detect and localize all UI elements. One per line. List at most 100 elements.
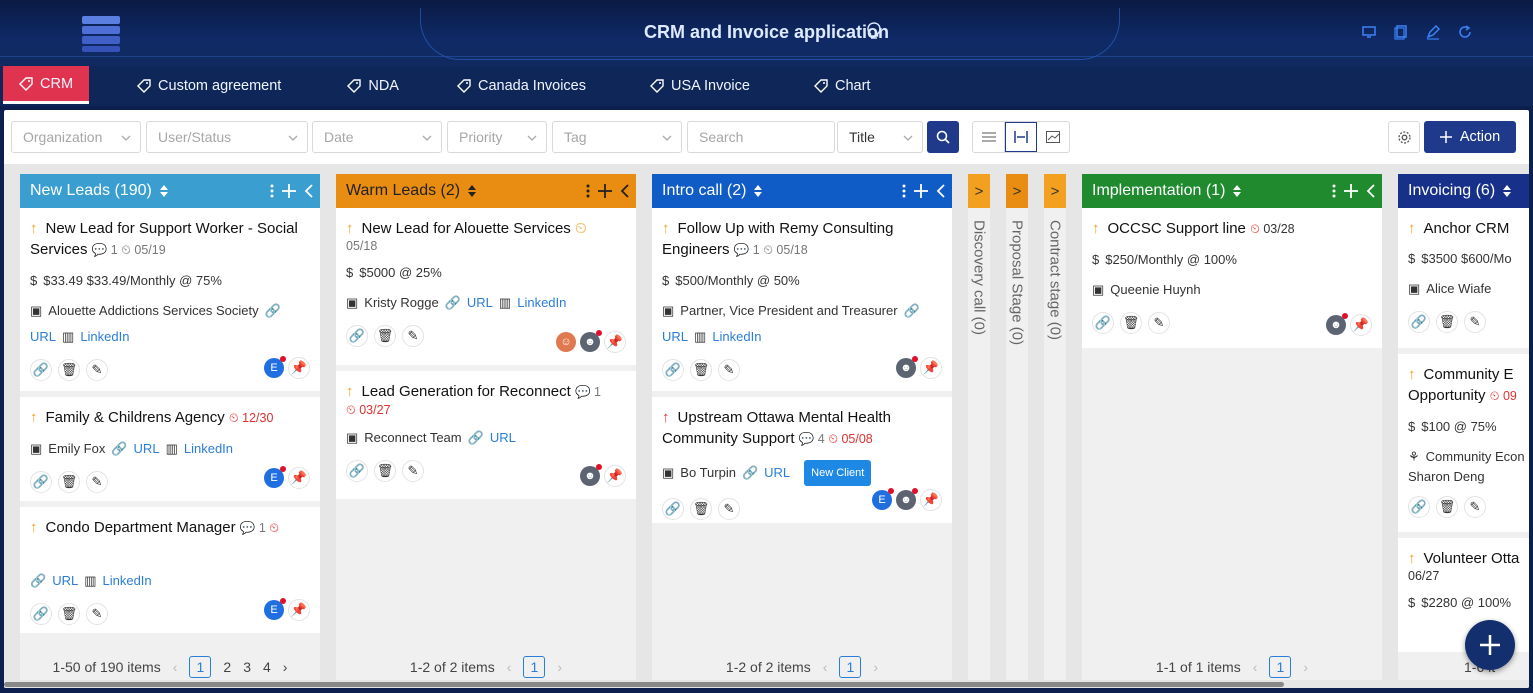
action-button[interactable]: Action [1424,121,1516,153]
copy-link-button[interactable]: 🔗 [346,325,368,347]
url-link[interactable]: URL [662,327,688,347]
edit-icon[interactable] [1425,24,1441,40]
next-page-button[interactable]: › [873,659,878,675]
refresh-icon[interactable] [1457,24,1473,40]
avatar[interactable]: E [264,598,286,620]
copy-icon[interactable] [1393,24,1409,40]
kanban-view-button[interactable] [1005,122,1037,152]
pin-button[interactable]: 📌 [604,465,626,487]
delete-button[interactable]: 🗑 [374,325,396,347]
delete-button[interactable]: 🗑 [1436,311,1458,333]
add-card-icon[interactable] [914,184,928,198]
edit-button[interactable]: ✎ [86,359,108,381]
edit-button[interactable]: ✎ [1464,311,1486,333]
search-input[interactable]: Search [687,121,835,153]
lead-card[interactable]: ↑ Community E Opportunity ⏲ 09 $ $100 @ 75… [1398,354,1529,532]
floating-add-button[interactable] [1465,620,1515,670]
board-horizontal-scrollbar[interactable] [4,680,1529,688]
tab-chart[interactable]: Chart [796,66,870,106]
monitor-icon[interactable] [1361,24,1377,40]
settings-button[interactable] [1388,121,1420,153]
page-number-current[interactable]: 1 [839,656,862,678]
sort-select[interactable]: Title [837,121,923,153]
page-number-current[interactable]: 1 [189,656,212,678]
user-status-select[interactable]: User/Status [146,121,308,153]
chart-view-button[interactable] [1037,122,1069,152]
copy-link-button[interactable]: 🔗 [1408,311,1430,333]
lead-card[interactable]: ↑ OCCSC Support line ⏲ 03/28 $ $250/Monthl… [1082,208,1382,348]
sort-icon[interactable] [159,184,169,198]
copy-link-button[interactable]: 🔗 [1408,496,1430,518]
delete-button[interactable]: 🗑 [690,498,712,520]
avatar[interactable]: E [264,356,286,378]
tab-canada-invoices[interactable]: Canada Invoices [439,66,586,106]
pin-button[interactable]: 📌 [288,467,310,489]
copy-link-button[interactable]: 🔗 [662,359,684,381]
more-vertical-icon[interactable] [1332,184,1336,198]
collapse-icon[interactable] [936,184,946,198]
next-page-button[interactable]: › [283,659,288,675]
avatar[interactable]: ☻ [896,488,918,510]
delete-button[interactable]: 🗑 [374,460,396,482]
linkedin-link[interactable]: LinkedIn [184,439,233,459]
page-number-current[interactable]: 1 [523,656,546,678]
sort-icon[interactable] [753,184,763,198]
page-number[interactable]: 3 [243,659,251,675]
sort-icon[interactable] [1502,184,1512,198]
url-link[interactable]: URL [134,439,160,459]
pin-button[interactable]: 📌 [1350,314,1372,336]
url-link[interactable]: URL [490,428,516,448]
url-link[interactable]: URL [467,293,493,313]
page-number[interactable]: 2 [223,659,231,675]
sort-icon[interactable] [467,184,477,198]
tag-select[interactable]: Tag [552,121,682,153]
lead-card[interactable]: ↑ Family & Childrens Agency ⏲ 12/30 ▣ Emil… [20,397,320,501]
next-page-button[interactable]: › [557,659,562,675]
delete-button[interactable]: 🗑 [58,471,80,493]
avatar[interactable]: ☻ [896,356,918,378]
linkedin-link[interactable]: LinkedIn [103,571,152,591]
more-vertical-icon[interactable] [586,184,590,198]
url-link[interactable]: URL [764,463,790,483]
edit-button[interactable]: ✎ [1464,496,1486,518]
avatar[interactable]: ☺ [556,332,576,352]
expand-button[interactable]: > [968,174,990,208]
avatar[interactable]: ☻ [580,330,602,352]
avatar[interactable]: E [264,466,286,488]
prev-page-button[interactable]: ‹ [507,659,512,675]
avatar[interactable]: ☻ [580,464,602,486]
expand-button[interactable]: > [1006,174,1028,208]
add-card-icon[interactable] [598,184,612,198]
scrollbar-thumb[interactable] [4,682,1284,687]
next-page-button[interactable]: › [1303,659,1308,675]
more-vertical-icon[interactable] [270,184,274,198]
add-card-icon[interactable] [1344,184,1358,198]
delete-button[interactable]: 🗑 [58,603,80,625]
tab-crm[interactable]: CRM [3,66,90,104]
search-button[interactable] [927,121,959,153]
pin-button[interactable]: 📌 [288,357,310,379]
column-contract-stage-collapsed[interactable]: > Contract stage (0) [1044,174,1066,686]
edit-button[interactable]: ✎ [86,471,108,493]
linkedin-link[interactable]: LinkedIn [80,327,129,347]
list-view-button[interactable] [973,122,1005,152]
delete-button[interactable]: 🗑 [1120,312,1142,334]
url-link[interactable]: URL [52,571,78,591]
date-select[interactable]: Date [312,121,442,153]
page-number-current[interactable]: 1 [1269,656,1292,678]
edit-button[interactable]: ✎ [86,603,108,625]
tab-usa-invoice[interactable]: USA Invoice [632,66,750,106]
url-link[interactable]: URL [30,327,56,347]
pin-button[interactable]: 📌 [604,331,626,353]
lead-card[interactable]: ↑ Condo Department Manager 💬 1 ⏲ 🔗 URL ▥ Li… [20,507,320,633]
copy-link-button[interactable]: 🔗 [662,498,684,520]
column-discovery-call-collapsed[interactable]: > Discovery call (0) [968,174,990,686]
copy-link-button[interactable]: 🔗 [30,359,52,381]
prev-page-button[interactable]: ‹ [823,659,828,675]
edit-button[interactable]: ✎ [718,359,740,381]
expand-button[interactable]: > [1044,174,1066,208]
copy-link-button[interactable]: 🔗 [1092,312,1114,334]
edit-button[interactable]: ✎ [402,325,424,347]
copy-link-button[interactable]: 🔗 [346,460,368,482]
collapse-icon[interactable] [304,184,314,198]
